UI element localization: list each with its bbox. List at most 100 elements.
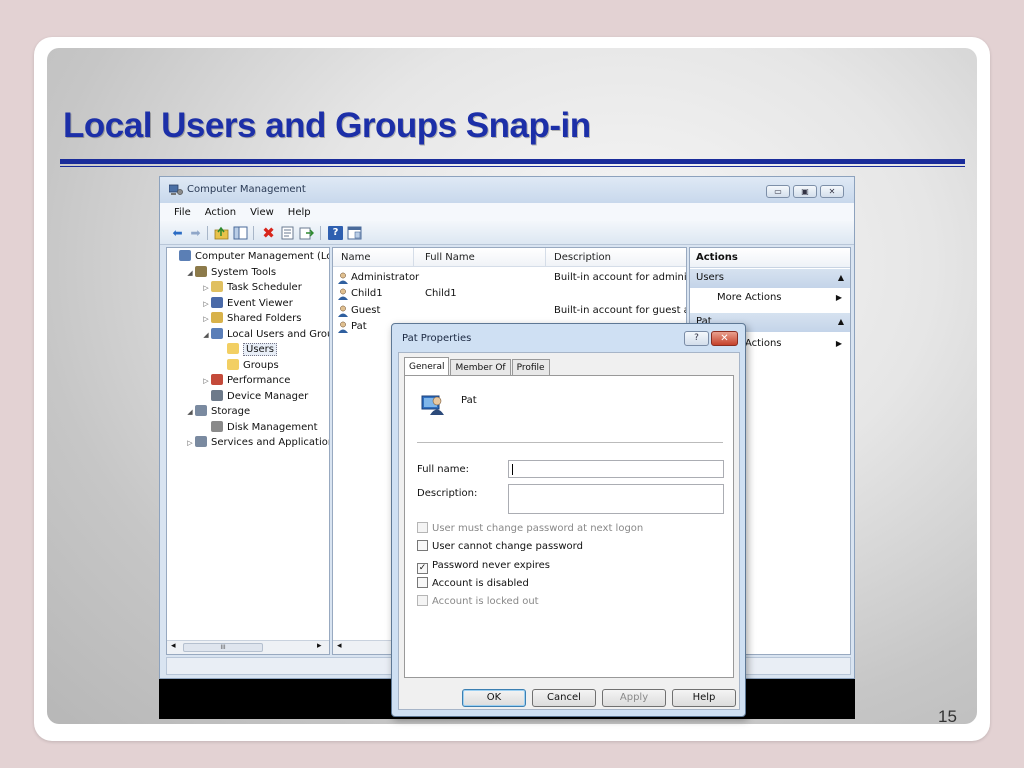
account-locked-out-checkbox[interactable]: Account is locked out — [417, 595, 539, 609]
export-icon[interactable] — [299, 226, 315, 240]
tree-item-task-scheduler[interactable]: ▷ Task Scheduler — [201, 281, 302, 295]
checkbox-box[interactable]: ✓ — [417, 562, 428, 574]
account-disabled-checkbox[interactable]: Account is disabled — [417, 576, 529, 591]
console-icon[interactable] — [347, 226, 362, 240]
collapse-icon[interactable]: ▲ — [838, 273, 844, 282]
checkbox-label: User must change password at next logon — [432, 523, 644, 534]
tree-item-device-manager[interactable]: Device Manager — [201, 389, 308, 404]
computer-icon — [179, 250, 191, 261]
scroll-thumb[interactable]: III — [183, 643, 263, 652]
checkbox-box[interactable] — [417, 576, 428, 588]
tree-item-label: System Tools — [211, 266, 277, 278]
folder-icon — [227, 343, 239, 354]
tree-item-services-and-applications[interactable]: ▷ Services and Applications — [185, 436, 330, 450]
separator-line — [417, 442, 723, 443]
description-input[interactable] — [508, 484, 724, 514]
tree-item-label: Shared Folders — [227, 313, 302, 324]
tree-item-groups[interactable]: Groups — [217, 358, 279, 373]
description-label: Description: — [417, 488, 478, 499]
list-header: Name Full Name Description — [333, 248, 686, 267]
cannot-change-password-checkbox[interactable]: User cannot change password — [417, 540, 583, 554]
checkbox-box[interactable] — [417, 522, 428, 533]
checkbox-label: Password never expires — [432, 559, 551, 571]
folder-icon — [227, 358, 239, 370]
window-controls: ▭ ▣ ✕ — [766, 185, 844, 199]
tree-item-computer-management[interactable]: Computer Management (Local — [169, 250, 329, 264]
tree-item-performance[interactable]: ▷ Performance — [201, 374, 290, 388]
tree-item-disk-management[interactable]: Disk Management — [201, 420, 318, 435]
tree-horizontal-scrollbar[interactable]: ◂ III ▸ — [167, 640, 329, 654]
shared-folder-icon — [211, 312, 223, 323]
expander-icon[interactable]: ◢ — [201, 328, 211, 342]
expander-icon[interactable]: ▷ — [201, 374, 211, 388]
collapse-icon[interactable]: ▲ — [838, 317, 844, 326]
more-actions-users[interactable]: More Actions — [717, 292, 782, 303]
tree-item-shared-folders[interactable]: ▷ Shared Folders — [201, 312, 302, 326]
column-header-name[interactable]: Name — [341, 252, 371, 263]
tab-member-of[interactable]: Member Of — [450, 359, 511, 375]
tree-item-label: Groups — [243, 359, 279, 371]
cancel-button[interactable]: Cancel — [532, 689, 596, 707]
minimize-button[interactable]: ▭ — [766, 185, 790, 198]
expander-icon[interactable]: ▷ — [201, 312, 211, 326]
must-change-password-checkbox[interactable]: User must change password at next logon — [417, 522, 643, 536]
table-row[interactable]: Guest Built-in account for guest ac — [333, 303, 686, 319]
table-row[interactable]: Administrator Built-in account for admini… — [333, 270, 686, 286]
general-tab-page: Pat Full name: Description: User must ch… — [404, 375, 734, 678]
tab-profile[interactable]: Profile — [511, 359, 550, 375]
title-underline — [60, 159, 965, 164]
tree-item-label: Users — [243, 343, 278, 356]
checkbox-box[interactable] — [417, 540, 428, 552]
show-hide-tree-icon[interactable] — [233, 226, 248, 240]
delete-icon[interactable]: ✖ — [261, 226, 276, 241]
cell-name: Child1 — [351, 288, 383, 299]
password-never-expires-checkbox[interactable]: ✓ Password never expires — [417, 559, 551, 574]
full-name-input[interactable] — [508, 460, 724, 478]
checkbox-box[interactable] — [417, 595, 428, 607]
expander-icon[interactable]: ◢ — [185, 405, 195, 419]
scroll-left-arrow-icon[interactable]: ◂ — [337, 641, 342, 651]
tree-item-event-viewer[interactable]: ▷ Event Viewer — [201, 296, 293, 311]
expander-icon[interactable]: ▷ — [201, 297, 211, 311]
tree-item-users[interactable]: Users — [217, 343, 278, 357]
close-button[interactable]: ✕ — [820, 185, 844, 198]
expander-icon[interactable]: ▷ — [201, 281, 211, 295]
services-icon — [195, 436, 207, 447]
user-icon — [338, 305, 348, 317]
help-button[interactable]: Help — [672, 689, 736, 707]
tab-general[interactable]: General — [404, 357, 450, 376]
menu-help[interactable]: Help — [288, 207, 311, 218]
maximize-button[interactable]: ▣ — [793, 185, 817, 198]
help-icon[interactable]: ? — [328, 226, 343, 240]
scroll-left-arrow-icon[interactable]: ◂ — [171, 641, 176, 651]
tree-item-storage[interactable]: ◢ Storage — [185, 405, 250, 419]
properties-icon[interactable] — [280, 226, 295, 240]
device-manager-icon — [211, 389, 223, 401]
navigation-tree: Computer Management (Local◢System Tools▷… — [166, 247, 330, 655]
dialog-help-button[interactable]: ? — [684, 331, 709, 346]
menu-action[interactable]: Action — [205, 207, 236, 218]
table-row[interactable]: Child1 Child1 — [333, 286, 686, 302]
checkbox-label: User cannot change password — [432, 541, 583, 553]
tree-item-local-users-and-groups[interactable]: ◢ Local Users and Groups — [201, 327, 329, 342]
menu-view[interactable]: View — [250, 207, 274, 218]
event-viewer-icon — [211, 296, 223, 308]
scroll-right-arrow-icon[interactable]: ▸ — [317, 641, 322, 651]
back-arrow-icon[interactable]: ⬅ — [170, 226, 185, 240]
ok-button[interactable]: OK — [462, 689, 526, 707]
storage-icon — [195, 405, 207, 416]
expander-icon[interactable]: ▷ — [185, 436, 195, 450]
up-folder-icon[interactable] — [214, 226, 229, 240]
forward-arrow-icon[interactable]: ➡ — [188, 226, 203, 240]
tree-item-label: Services and Applications — [211, 437, 330, 448]
apply-button[interactable]: Apply — [602, 689, 666, 707]
tree-item-system-tools[interactable]: ◢ System Tools — [185, 265, 277, 280]
expander-icon[interactable]: ◢ — [185, 266, 195, 280]
column-header-full-name[interactable]: Full Name — [425, 252, 475, 263]
menu-file[interactable]: File — [174, 207, 191, 218]
toolbar-separator — [320, 226, 321, 240]
dialog-close-button[interactable]: ✕ — [711, 331, 738, 346]
title-bar[interactable]: Computer Management ▭ ▣ ✕ — [160, 177, 854, 203]
column-header-description[interactable]: Description — [554, 252, 611, 263]
actions-section-users[interactable]: Users ▲ — [690, 269, 850, 288]
